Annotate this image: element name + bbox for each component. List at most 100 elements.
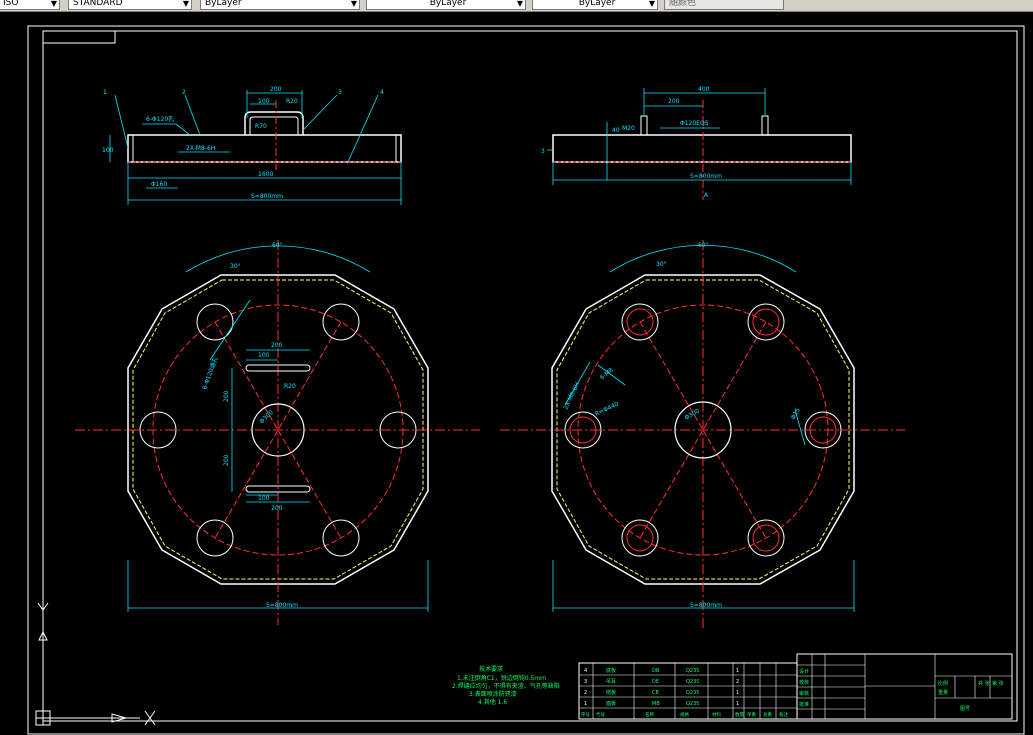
bom-cell: Q235	[686, 701, 699, 707]
bom-cell: Q235	[686, 690, 699, 696]
bom-cell: 1	[736, 668, 739, 674]
bom-header: 数量	[735, 711, 744, 718]
title-block-cell: 重量	[938, 689, 948, 696]
bom-header: 备注	[779, 711, 788, 718]
notes-line: 3.表面喷涂防锈漆	[469, 690, 517, 698]
dim-label: R=Φ440	[594, 401, 620, 418]
text-style-dropdown[interactable]: ISO ▼	[0, 0, 60, 10]
title-block: 设计 校核 审核 批准 比例 重量 共 张 第 张 图号	[796, 653, 1013, 720]
dim-label: S=800mm	[690, 602, 722, 609]
dim-label: R20	[286, 98, 298, 105]
notes-line: 1.未注倒角C1，锐边倒钝0.5mm	[457, 674, 546, 682]
chevron-down-icon: ▼	[182, 0, 189, 8]
dim-label: 200	[270, 86, 282, 93]
dim-label: 200	[271, 505, 283, 512]
bom-cell: 2	[584, 690, 587, 696]
ucs-icon	[35, 602, 156, 726]
bom-cell: 3	[584, 679, 587, 685]
dim-label: 100	[258, 495, 270, 502]
dim-label: 2X-M8-6H	[186, 145, 215, 152]
bom-header: 序号	[581, 711, 590, 718]
dim-label: S=800mm	[251, 193, 283, 200]
bom-cell: MB	[652, 701, 660, 707]
dim-label: 2X-M8-6H	[562, 381, 581, 411]
dim-label: R70	[255, 123, 267, 130]
balloon-4: 4	[380, 89, 384, 96]
dim-label: 6-Φ120孔	[146, 115, 174, 123]
bom-cell: 吊耳	[606, 679, 616, 685]
dim-label: 40	[612, 127, 620, 134]
chevron-down-icon: ▼	[648, 0, 655, 8]
bom-cell: 4	[584, 668, 587, 674]
bom-cell: 2	[736, 679, 739, 685]
notes-line: 4.其他 1.6	[478, 698, 507, 706]
bom-cell: 面板	[606, 700, 616, 707]
dim-style-dropdown[interactable]: STANDARD ▼	[68, 0, 192, 10]
linetype-dropdown[interactable]: ByLayer ▼	[366, 0, 526, 10]
dim-label: S=800mm	[266, 602, 298, 609]
plot-style-dropdown[interactable]: 随颜色	[664, 0, 784, 10]
dropdown-value: 随颜色	[669, 0, 697, 8]
title-block-cell: 比例	[938, 680, 948, 687]
dim-label: 400	[698, 86, 710, 93]
bom-cell: 底板	[606, 667, 616, 674]
dim-label: 200	[223, 454, 230, 466]
dim-label: 100	[258, 352, 270, 359]
title-block-cell: 共 张	[978, 680, 990, 687]
title-block-cell: 第 张	[992, 680, 1004, 687]
title-block-cell: 审核	[799, 690, 809, 697]
dim-label: 200	[271, 342, 283, 349]
dropdown-value: ByLayer	[429, 0, 467, 8]
dim-label: Φ120EQS	[680, 120, 709, 127]
bom-header: 总重	[763, 711, 772, 718]
technical-notes: 技术要求 1.未注倒角C1，锐边倒钝0.5mm 2.焊缝应均匀，不得有夹渣、气孔…	[452, 665, 560, 706]
dropdown-value: STANDARD	[73, 0, 123, 8]
dim-label: 3	[541, 148, 545, 155]
dim-label: 30°	[656, 261, 667, 268]
dim-label: 100	[258, 98, 270, 105]
properties-toolbar: ISO ▼ STANDARD ▼ ByLayer ▼ ByLayer ▼ ByLayer…	[0, 0, 1033, 12]
notes-line: 2.焊缝应均匀，不得有夹渣、气孔等缺陷	[452, 682, 560, 690]
dim-label: 1600	[258, 171, 273, 178]
bom-cell: DE	[652, 679, 659, 685]
notes-title: 技术要求	[479, 665, 503, 673]
plan-view-right: 60° 30° 6-M8 2X-M8-6H R=Φ440 Φ300 Φ15 S=…	[500, 240, 905, 630]
balloon-1: 1	[103, 89, 107, 96]
bom-cell: 1	[736, 701, 739, 707]
bom-cell: CB	[652, 690, 659, 696]
dim-label: Φ300	[258, 409, 275, 426]
bom-header: 规格	[680, 711, 689, 718]
bom-header: 代号	[596, 711, 605, 718]
plan-view-left: 60° 30° 6-Φ120通孔 200 100 R20 200 200 Φ30…	[75, 240, 480, 625]
dim-label: 6-M8	[599, 366, 615, 381]
dim-label: 60°	[698, 242, 709, 249]
dim-label: 60°	[272, 242, 283, 249]
title-block-cell: 图号	[960, 706, 970, 712]
bom-cell: 侧板	[606, 689, 616, 696]
frame-tag-box	[42, 30, 116, 44]
dropdown-value: ISO	[3, 0, 19, 8]
outer-frame	[27, 25, 1025, 735]
dim-label: 100	[102, 147, 114, 154]
title-block-cell: 批准	[799, 701, 809, 708]
balloon-3: 3	[338, 89, 342, 96]
drawing-canvas[interactable]: 1 2 3 4 6-Φ120孔 200 100 R20 R70 100 2X-M…	[0, 12, 1033, 735]
dim-label: S=800mm	[690, 173, 722, 180]
chevron-down-icon: ▼	[350, 0, 357, 8]
bom-cell: Q235	[686, 668, 699, 674]
dim-label: Φ15	[790, 407, 802, 421]
front-view-right: 400 200 Φ120EQS M20 40 3 S=800mm A	[541, 86, 852, 200]
layer-color-dropdown[interactable]: ByLayer ▼	[200, 0, 360, 10]
bom-header: 名称	[645, 711, 654, 718]
lineweight-dropdown[interactable]: ByLayer ▼	[532, 0, 658, 10]
bom-cell: 1	[736, 690, 739, 696]
dim-label: Φ300	[684, 407, 702, 421]
dim-label: 6-Φ120通孔	[200, 356, 219, 391]
dim-label: Φ160	[151, 181, 167, 188]
chevron-down-icon: ▼	[516, 0, 523, 8]
bom-header: 材料	[712, 711, 721, 718]
title-block-cell: 设计	[799, 668, 809, 675]
dim-label: R20	[284, 383, 296, 390]
title-block-cell: 校核	[799, 679, 809, 686]
dim-label: 30°	[230, 263, 241, 270]
